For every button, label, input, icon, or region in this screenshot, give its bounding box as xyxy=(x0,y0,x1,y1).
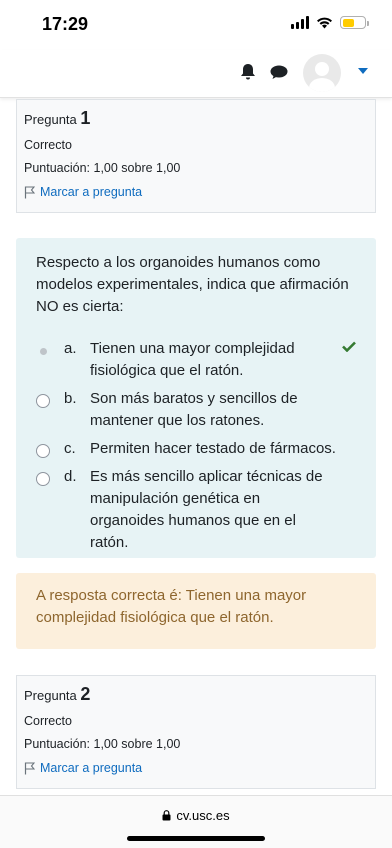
question-state: Correcto xyxy=(24,138,72,152)
radio-button[interactable] xyxy=(36,444,50,458)
bell-icon[interactable] xyxy=(240,63,256,81)
lock-icon xyxy=(162,810,171,821)
question-number: Pregunta 2 xyxy=(24,684,91,704)
answer-text: Tienen una mayor complejidad fisiológica… xyxy=(90,340,295,379)
question-grade: Puntuación: 1,00 sobre 1,00 xyxy=(24,161,181,175)
question-state: Correcto xyxy=(24,714,72,728)
question-text: Respecto a los organoides humanos como m… xyxy=(36,254,349,315)
answer-option-a[interactable]: a. Tienen una mayor complejidad fisiológ… xyxy=(36,338,356,382)
check-icon xyxy=(342,341,356,352)
question-info-1: Pregunta 1 Correcto Puntuación: 1,00 sob… xyxy=(16,99,376,213)
flag-question-link[interactable]: Marcar a pregunta xyxy=(24,761,368,775)
browser-url-bar[interactable]: cv.usc.es xyxy=(0,795,392,848)
radio-button[interactable] xyxy=(36,394,50,408)
question-formulation: Respecto a los organoides humanos como m… xyxy=(16,238,376,558)
answer-letter: c. xyxy=(64,440,76,457)
status-icons xyxy=(291,16,369,29)
wifi-icon xyxy=(317,17,332,29)
radio-selected-icon[interactable] xyxy=(36,344,50,358)
chat-icon[interactable] xyxy=(270,65,288,80)
answer-option-c[interactable]: c. Permiten hacer testado de fármacos. xyxy=(36,438,356,460)
status-time: 17:29 xyxy=(42,14,89,34)
signal-icon xyxy=(291,16,309,29)
question-info-2: Pregunta 2 Correcto Puntuación: 1,00 sob… xyxy=(16,675,376,789)
answer-letter: a. xyxy=(64,340,77,357)
radio-button[interactable] xyxy=(36,472,50,486)
status-bar: 17:29 xyxy=(0,0,392,50)
answer-text: Son más baratos y sencillos de mantener … xyxy=(90,390,298,429)
flag-icon xyxy=(24,761,35,774)
answer-option-b[interactable]: b. Son más baratos y sencillos de manten… xyxy=(36,388,356,432)
flag-icon xyxy=(24,185,35,198)
correct-answer-feedback: A resposta correcta é: Tienen una mayor … xyxy=(16,573,376,649)
question-grade: Puntuación: 1,00 sobre 1,00 xyxy=(24,737,181,751)
flag-question-link[interactable]: Marcar a pregunta xyxy=(24,185,368,199)
home-indicator[interactable] xyxy=(127,836,265,841)
flag-question-label[interactable]: Marcar a pregunta xyxy=(40,761,142,775)
avatar[interactable] xyxy=(303,54,341,92)
battery-icon xyxy=(340,16,369,29)
answer-letter: b. xyxy=(64,390,77,407)
url-text: cv.usc.es xyxy=(176,808,230,823)
top-navbar xyxy=(0,50,392,98)
url-display[interactable]: cv.usc.es xyxy=(0,808,392,823)
answer-letter: d. xyxy=(64,468,77,485)
answer-text: Es más sencillo aplicar técnicas de mani… xyxy=(90,468,323,551)
flag-question-label[interactable]: Marcar a pregunta xyxy=(40,185,142,199)
caret-down-icon[interactable] xyxy=(358,68,368,74)
answer-option-d[interactable]: d. Es más sencillo aplicar técnicas de m… xyxy=(36,466,356,554)
question-number: Pregunta 1 xyxy=(24,108,91,128)
answer-text: Permiten hacer testado de fármacos. xyxy=(90,440,336,457)
answer-list: a. Tienen una mayor complejidad fisiológ… xyxy=(36,338,356,554)
